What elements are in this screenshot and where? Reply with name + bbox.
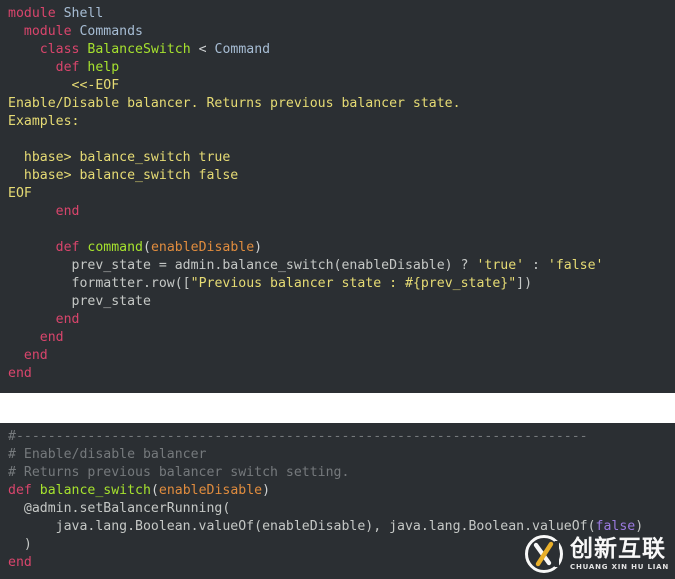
code-token: < xyxy=(198,42,207,57)
code-token: EOF xyxy=(8,186,32,201)
code-token: help xyxy=(87,60,120,75)
code-token: end xyxy=(23,348,48,363)
code-line: java.lang.Boolean.valueOf(enableDisable)… xyxy=(0,518,675,536)
code-line: def help xyxy=(0,59,675,77)
code-token: prev_state xyxy=(8,294,151,309)
code-line: Examples: xyxy=(0,113,675,131)
panel-separator xyxy=(0,393,675,423)
code-line: #---------------------------------------… xyxy=(0,428,675,446)
code-line: prev_state = admin.balance_switch(enable… xyxy=(0,257,675,275)
code-token: end xyxy=(8,366,32,381)
code-line: end xyxy=(0,347,675,365)
code-line: end xyxy=(0,365,675,383)
code-token: end xyxy=(8,555,32,570)
code-token: ( xyxy=(143,240,151,255)
code-token: java.lang.Boolean.valueOf(enableDisable)… xyxy=(8,519,596,534)
code-token: Examples: xyxy=(8,114,80,129)
code-token: : xyxy=(524,258,548,273)
code-line: end xyxy=(0,554,675,572)
code-line: module Commands xyxy=(0,23,675,41)
code-token: def xyxy=(55,240,80,255)
code-token: prev_state = admin.balance_switch(enable… xyxy=(8,258,477,273)
code-line: @admin.setBalancerRunning( xyxy=(0,500,675,518)
code-token: ) xyxy=(635,519,644,534)
code-token: # Enable/disable balancer xyxy=(8,447,207,462)
code-token: Command xyxy=(214,42,271,57)
code-token: #---------------------------------------… xyxy=(8,429,588,444)
code-token: command xyxy=(87,240,143,255)
code-line: # Enable/disable balancer xyxy=(0,446,675,464)
code-line: formatter.row(["Previous balancer state … xyxy=(0,275,675,293)
code-token: enableDisable xyxy=(150,240,255,255)
code-token: hbase> balance_switch false xyxy=(8,168,239,183)
code-line: end xyxy=(0,329,675,347)
code-line: ) xyxy=(0,536,675,554)
code-token: ( xyxy=(150,483,159,498)
code-token: module xyxy=(8,6,56,21)
code-token: module xyxy=(23,24,72,39)
code-token: end xyxy=(39,330,64,345)
code-line: EOF xyxy=(0,185,675,203)
code-token: "Previous balancer state : #{prev_state}… xyxy=(190,276,517,291)
code-token: ) xyxy=(254,240,263,255)
code-line: # Returns previous balancer switch setti… xyxy=(0,464,675,482)
code-line: Enable/Disable balancer. Returns previou… xyxy=(0,95,675,113)
code-line: end xyxy=(0,203,675,221)
code-token: Shell xyxy=(63,6,104,21)
code-line: def balance_switch(enableDisable) xyxy=(0,482,675,500)
code-line: def command(enableDisable) xyxy=(0,239,675,257)
code-token: Commands xyxy=(79,24,144,39)
code-token: def xyxy=(8,483,32,498)
code-line: <<-EOF xyxy=(0,77,675,95)
code-token: end xyxy=(55,312,80,327)
code-token: enableDisable xyxy=(158,483,263,498)
code-token: BalanceSwitch xyxy=(87,42,191,57)
code-token: <<-EOF xyxy=(8,78,120,93)
code-token: end xyxy=(55,204,80,219)
code-token: def xyxy=(55,60,80,75)
code-token: # Returns previous balancer switch setti… xyxy=(8,465,350,480)
code-line: module Shell xyxy=(0,5,675,23)
code-token: ) xyxy=(8,537,32,552)
code-token: Enable/Disable balancer. Returns previou… xyxy=(8,96,461,111)
code-line: end xyxy=(0,311,675,329)
code-block-shell-balanceswitch: module Shell module Commands class Balan… xyxy=(0,0,675,393)
code-token: @admin.setBalancerRunning( xyxy=(8,501,231,516)
code-token: hbase> balance_switch true xyxy=(8,150,231,165)
code-line: prev_state xyxy=(0,293,675,311)
code-token: 'false' xyxy=(547,258,604,273)
code-token: false xyxy=(595,519,636,534)
code-token: 'true' xyxy=(476,258,525,273)
code-token: ]) xyxy=(516,276,533,291)
code-line: hbase> balance_switch true xyxy=(0,149,675,167)
code-token: class xyxy=(39,42,80,57)
code-line: hbase> balance_switch false xyxy=(0,167,675,185)
code-token: formatter.row([ xyxy=(8,276,191,291)
code-token: ) xyxy=(262,483,271,498)
code-token: balance_switch xyxy=(39,483,151,498)
code-block-admin-balance-switch: #---------------------------------------… xyxy=(0,423,675,579)
code-line: class BalanceSwitch < Command xyxy=(0,41,675,59)
